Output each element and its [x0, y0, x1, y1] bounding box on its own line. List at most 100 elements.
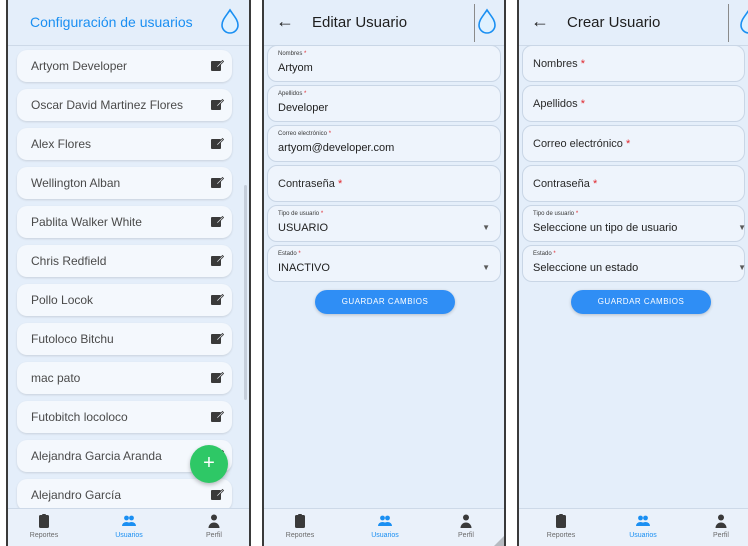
nav-perfil-label: Perfil	[206, 532, 222, 539]
nav-perfil-label: Perfil	[713, 532, 729, 539]
password-label-text: Contraseña	[278, 178, 335, 190]
nombres-label: Nombres *	[533, 58, 585, 70]
user-name: Alejandro García	[31, 488, 122, 502]
nav-usuarios[interactable]: Usuarios	[99, 513, 159, 539]
add-user-button[interactable]: +	[190, 445, 228, 483]
user-name: Pablita Walker White	[31, 215, 142, 229]
user-list-item[interactable]: Futoloco Bitchu	[17, 323, 232, 355]
app-header: ← Editar Usuario	[264, 0, 504, 46]
user-name: mac pato	[31, 371, 81, 385]
user-list-item[interactable]: Futobitch locoloco	[17, 401, 232, 433]
apellidos-field[interactable]: Apellidos *	[522, 85, 745, 122]
person-icon	[715, 514, 727, 528]
nav-reportes[interactable]: Reportes	[531, 513, 591, 539]
status-select[interactable]: Estado * Seleccione un estado ▼	[522, 245, 746, 282]
water-drop-icon[interactable]	[476, 8, 498, 34]
apellidos-field[interactable]: Apellidos * Developer	[267, 85, 501, 122]
required-mark: *	[320, 211, 324, 217]
user-type-value: USUARIO	[278, 222, 329, 234]
user-list-screen: Configuración de usuarios Artyom Develop…	[6, 0, 251, 546]
nav-perfil-label: Perfil	[458, 532, 474, 539]
nav-usuarios[interactable]: Usuarios	[355, 513, 415, 539]
password-label: Contraseña *	[533, 178, 597, 190]
required-mark: *	[575, 211, 579, 217]
nombres-field[interactable]: Nombres *	[522, 45, 745, 82]
user-list-item[interactable]: Oscar David Martinez Flores	[17, 89, 232, 121]
edit-icon[interactable]	[210, 58, 224, 72]
page-title: Crear Usuario	[567, 14, 661, 31]
user-name: Futobitch locoloco	[31, 410, 128, 424]
status-value: INACTIVO	[278, 262, 330, 274]
user-type-select[interactable]: Tipo de usuario * Seleccione un tipo de …	[522, 205, 746, 242]
save-changes-button[interactable]: GUARDAR CAMBIOS	[571, 290, 711, 314]
edit-icon[interactable]	[210, 292, 224, 306]
nav-reportes[interactable]: Reportes	[270, 513, 330, 539]
password-label-text: Contraseña	[533, 178, 590, 190]
app-header: Configuración de usuarios	[8, 0, 249, 46]
edit-user-form: Nombres * Artyom Apellidos * Developer C…	[264, 45, 504, 285]
save-changes-button[interactable]: GUARDAR CAMBIOS	[315, 290, 455, 314]
user-name: Oscar David Martinez Flores	[31, 98, 184, 112]
edit-icon[interactable]	[210, 370, 224, 384]
apellidos-label: Apellidos *	[278, 91, 306, 97]
email-field[interactable]: Correo electrónico * artyom@developer.co…	[267, 125, 501, 162]
user-list-item[interactable]: Wellington Alban	[17, 167, 232, 199]
user-name: Alex Flores	[31, 137, 92, 151]
user-list-item[interactable]: Chris Redfield	[17, 245, 232, 277]
nombres-field[interactable]: Nombres * Artyom	[267, 45, 501, 82]
scrollbar[interactable]	[244, 185, 247, 400]
email-label-text: Correo electrónico	[278, 131, 328, 137]
water-drop-icon[interactable]	[219, 8, 241, 34]
status-label: Estado *	[278, 251, 301, 257]
status-select[interactable]: Estado * INACTIVO ▼	[267, 245, 501, 282]
required-mark: *	[592, 178, 598, 190]
required-mark: *	[625, 138, 631, 150]
back-arrow-icon[interactable]: ←	[531, 11, 549, 32]
required-mark: *	[580, 98, 585, 110]
user-list-item[interactable]: Alex Flores	[17, 128, 232, 160]
user-list-item[interactable]: Alejandro García	[17, 479, 232, 511]
user-list-item[interactable]: Pablita Walker White	[17, 206, 232, 238]
user-type-select[interactable]: Tipo de usuario * USUARIO ▼	[267, 205, 501, 242]
apellidos-label: Apellidos *	[533, 98, 585, 110]
edit-icon[interactable]	[210, 214, 224, 228]
header-divider	[474, 4, 475, 42]
edit-icon[interactable]	[210, 175, 224, 189]
edit-icon[interactable]	[210, 136, 224, 150]
apellidos-label-text: Apellidos	[278, 91, 303, 97]
page-title: Editar Usuario	[312, 14, 408, 31]
nav-reportes-label: Reportes	[546, 532, 576, 539]
password-field[interactable]: Contraseña *	[522, 165, 745, 202]
edit-icon[interactable]	[210, 487, 224, 501]
back-arrow-icon[interactable]: ←	[276, 11, 294, 32]
nav-perfil[interactable]: Perfil	[691, 513, 748, 539]
apellidos-value: Developer	[278, 102, 329, 114]
caret-down-icon: ▼	[738, 223, 746, 232]
nav-usuarios[interactable]: Usuarios	[613, 513, 673, 539]
clipboard-icon	[295, 514, 305, 528]
nav-reportes[interactable]: Reportes	[14, 513, 74, 539]
caret-down-icon: ▼	[482, 263, 490, 272]
create-user-form: Nombres * Apellidos * Correo electrónico…	[519, 45, 748, 285]
user-list-item[interactable]: mac pato	[17, 362, 232, 394]
user-list-item[interactable]: Artyom Developer	[17, 50, 232, 82]
password-field[interactable]: Contraseña *	[267, 165, 501, 202]
water-drop-icon[interactable]	[738, 8, 748, 34]
email-label-text: Correo electrónico	[533, 138, 623, 150]
edit-icon[interactable]	[210, 253, 224, 267]
edit-icon[interactable]	[210, 331, 224, 345]
user-list-item[interactable]: Pollo Locok	[17, 284, 232, 316]
user-type-placeholder: Seleccione un tipo de usuario	[533, 222, 678, 234]
apellidos-label-text: Apellidos	[533, 98, 578, 110]
edit-icon[interactable]	[210, 97, 224, 111]
resize-corner	[494, 536, 504, 546]
email-field[interactable]: Correo electrónico *	[522, 125, 745, 162]
status-label-text: Estado	[533, 251, 552, 257]
edit-icon[interactable]	[210, 409, 224, 423]
nav-perfil[interactable]: Perfil	[184, 513, 244, 539]
page-title: Configuración de usuarios	[30, 14, 193, 30]
nav-perfil[interactable]: Perfil	[436, 513, 496, 539]
required-mark: *	[304, 51, 307, 57]
user-type-label: Tipo de usuario *	[278, 211, 323, 217]
nav-reportes-label: Reportes	[285, 532, 315, 539]
